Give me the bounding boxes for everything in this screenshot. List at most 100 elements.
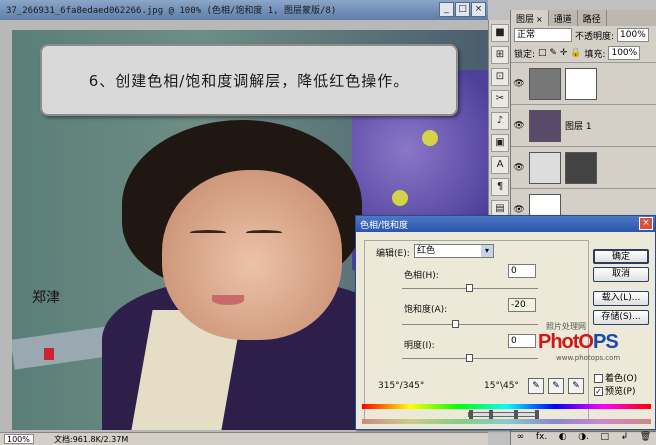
lock-label: 锁定:	[514, 49, 536, 60]
eye-icon[interactable]: 👁	[513, 121, 525, 131]
lightness-field[interactable]: 0	[508, 334, 536, 348]
photoshop-window: 37_266931_6fa8edaed062266.jpg @ 100% (色相…	[0, 0, 656, 445]
group-icon[interactable]: □	[601, 432, 610, 445]
dialog-close-button[interactable]: ×	[639, 217, 653, 230]
dialog-title-bar[interactable]: 色相/饱和度 ×	[356, 216, 655, 232]
watermark-logo-b: PS	[593, 331, 619, 353]
colorize-box[interactable]	[594, 374, 603, 383]
link-icon[interactable]: ∞	[517, 432, 525, 445]
minimize-button[interactable]: _	[439, 2, 454, 17]
photo-eye-left	[190, 230, 226, 235]
tab-channels[interactable]: 通道	[549, 10, 578, 26]
eyedropper-minus-icon[interactable]: ✎	[568, 378, 584, 394]
layer-1[interactable]: 👁 图层 1	[511, 104, 656, 146]
watermark-logo: PhotOPS	[538, 331, 619, 354]
document-window-buttons: _ □ ×	[439, 2, 486, 17]
watermark: 照片处理网 PhotOPS www.photops.com	[538, 321, 648, 362]
side-toolbar: ■ ⊞ ⊡ ✂ ♪ ▣ A ¶ ▤	[488, 20, 510, 218]
mask-icon[interactable]: ◐	[559, 432, 567, 445]
color-range-slider[interactable]	[468, 410, 539, 420]
new-layer-icon[interactable]: ↲	[621, 432, 629, 445]
watermark-url: www.photops.com	[556, 354, 621, 362]
eye-icon[interactable]: 👁	[513, 163, 525, 173]
tool-1-icon[interactable]: ■	[491, 24, 509, 42]
preview-checkbox[interactable]: ✓ 预览(P)	[594, 384, 635, 397]
layer-actions: ∞ fx. ◐ ◑. □ ↲ 🗑	[511, 431, 656, 445]
photo-face	[162, 170, 342, 340]
range-right-label: 15°\45°	[484, 381, 519, 391]
seal-stamp	[44, 348, 54, 360]
photo-mouth	[212, 295, 244, 305]
tab-channels-label: 通道	[553, 15, 572, 25]
trash-icon[interactable]: 🗑	[640, 432, 651, 445]
fill-label: 填充:	[584, 49, 606, 60]
instruction-banner: 6、创建色相/饱和度调解层，降低红色操作。	[40, 44, 458, 116]
range-left-label: 315°/345°	[378, 381, 425, 391]
doc-size: 文档:961.8K/2.37M	[54, 435, 129, 444]
lightness-label: 明度(I):	[404, 341, 435, 351]
hue-label: 色相(H):	[404, 271, 439, 281]
hue-slider-knob[interactable]	[466, 284, 473, 292]
tool-6-icon[interactable]: ▣	[491, 134, 509, 152]
layer-thumbnail	[529, 109, 561, 142]
input-color-bar	[362, 404, 651, 409]
character-icon[interactable]: A	[491, 156, 509, 174]
saturation-field[interactable]: -20	[508, 298, 536, 312]
blend-row: 正常 不透明度: 100%	[511, 26, 656, 44]
saturation-slider-knob[interactable]	[452, 320, 460, 328]
layer-name: 图层 1	[565, 122, 592, 132]
layer-mask-thumbnail[interactable]	[565, 67, 597, 100]
tab-paths[interactable]: 路径	[578, 10, 607, 26]
edit-select-value: 红色	[417, 246, 436, 256]
layer-mask-thumbnail[interactable]	[565, 151, 597, 184]
paragraph-icon[interactable]: ¶	[491, 178, 509, 196]
scissors-icon[interactable]: ✂	[491, 90, 509, 108]
tab-paths-label: 路径	[582, 15, 601, 25]
lightness-slider-knob[interactable]	[466, 354, 473, 362]
tab-layers-label: 图层	[516, 15, 535, 25]
opacity-field[interactable]: 100%	[617, 28, 649, 42]
layer-thumbnail	[529, 67, 561, 100]
layer-3[interactable]: 👁	[511, 146, 656, 188]
hue-field[interactable]: 0	[508, 264, 536, 278]
edit-label: 编辑(E):	[376, 249, 410, 259]
blend-mode-select[interactable]: 正常	[514, 28, 572, 42]
fx-icon[interactable]: fx.	[536, 432, 547, 445]
panel-tabs: 图层 × 通道 路径	[511, 10, 656, 26]
close-button[interactable]: ×	[471, 2, 486, 17]
lock-icons[interactable]: □ ✎ ✛ 🔒	[538, 48, 581, 58]
maximize-button[interactable]: □	[455, 2, 470, 17]
eyedropper-plus-icon[interactable]: ✎	[548, 378, 564, 394]
opacity-label: 不透明度:	[575, 31, 615, 42]
zoom-field[interactable]: 100%	[4, 434, 34, 444]
edit-select[interactable]: 红色 ▾	[414, 244, 494, 258]
colorize-label: 着色(O)	[605, 374, 638, 384]
photo-eye-right	[246, 230, 282, 235]
chevron-down-icon: ▾	[481, 245, 493, 257]
status-bar: 100% 文档:961.8K/2.37M	[0, 432, 488, 445]
ok-button[interactable]: 确定	[593, 249, 649, 264]
layer-adjustment[interactable]: 👁	[511, 62, 656, 104]
eye-icon[interactable]: 👁	[513, 205, 525, 215]
tab-layers[interactable]: 图层 ×	[511, 10, 549, 26]
eye-icon[interactable]: 👁	[513, 79, 525, 89]
cancel-button[interactable]: 取消	[593, 267, 649, 282]
music-icon[interactable]: ♪	[491, 112, 509, 130]
dialog-title: 色相/饱和度	[360, 221, 409, 231]
document-title[interactable]: 37_266931_6fa8edaed062266.jpg @ 100% (色相…	[0, 0, 488, 20]
eyedropper-icon[interactable]: ✎	[528, 378, 544, 394]
saturation-slider[interactable]	[402, 324, 538, 325]
load-button[interactable]: 载入(L)...	[593, 291, 649, 306]
adjustment-icon[interactable]: ◑.	[578, 432, 589, 445]
tool-2-icon[interactable]: ⊞	[491, 46, 509, 64]
lock-row: 锁定: □ ✎ ✛ 🔒 填充: 100%	[511, 44, 656, 62]
fill-field[interactable]: 100%	[608, 46, 641, 60]
colorize-checkbox[interactable]: 着色(O)	[594, 371, 637, 384]
saturation-label: 饱和度(A):	[404, 305, 448, 315]
tool-3-icon[interactable]: ⊡	[491, 68, 509, 86]
instruction-text: 6、创建色相/饱和度调解层，降低红色操作。	[88, 72, 410, 90]
hue-saturation-dialog: 色相/饱和度 × 编辑(E): 红色 ▾ 色相(H): 0 饱和度(A): -20…	[355, 215, 656, 430]
tab-close-icon[interactable]: ×	[536, 15, 543, 24]
layer-thumbnail	[529, 151, 561, 184]
preview-box[interactable]: ✓	[594, 387, 603, 396]
